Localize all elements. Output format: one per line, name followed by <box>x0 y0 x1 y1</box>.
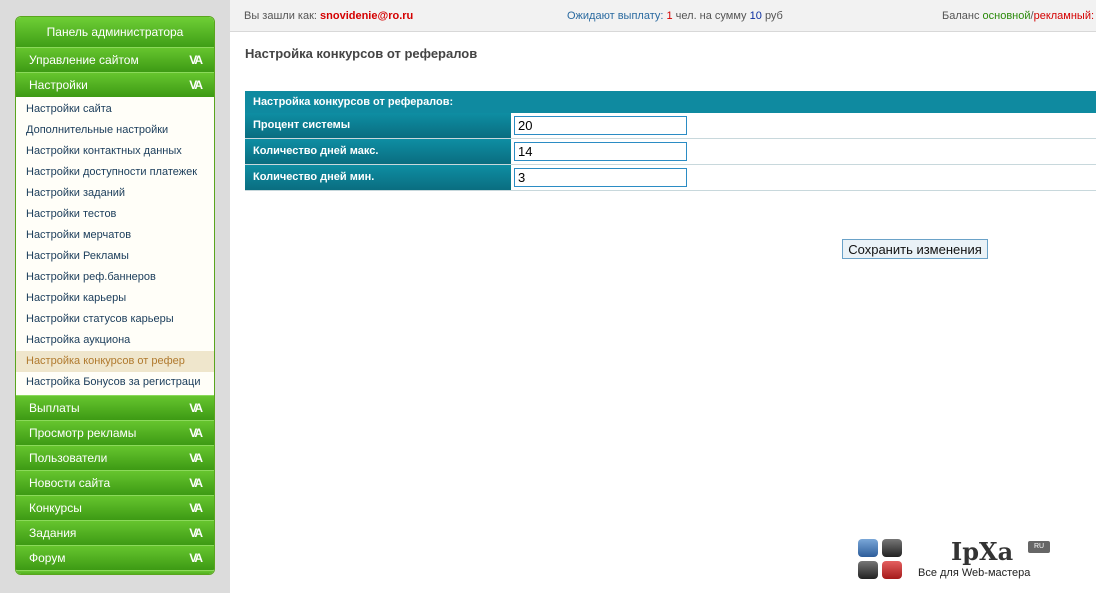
logo-square-red-icon <box>882 561 902 579</box>
submenu-item-tasks-settings[interactable]: Настройки заданий <box>16 183 214 204</box>
chevron-toggle-icon: VA <box>189 476 203 490</box>
panel-footer <box>16 570 214 574</box>
pending-payouts-prefix: Ожидают выплату: <box>567 10 664 22</box>
menu-section-label: Конкурсы <box>29 501 82 515</box>
submenu-item-tests-settings[interactable]: Настройки тестов <box>16 204 214 225</box>
submenu-item-auction-settings[interactable]: Настройка аукциона <box>16 330 214 351</box>
balance-info: Баланс основной/рекламный: / <box>942 10 1096 22</box>
logo-tagline: Все для Web-мастера <box>918 567 1031 579</box>
pending-payouts-mid: чел. на сумму <box>675 10 747 22</box>
login-prefix: Вы зашли как: <box>244 10 317 22</box>
pending-payouts-currency: руб <box>764 10 783 22</box>
menu-section-site-news[interactable]: Новости сайта VA <box>16 470 214 495</box>
chevron-toggle-icon: VA <box>189 501 203 515</box>
chevron-toggle-icon: VA <box>189 426 203 440</box>
chevron-toggle-icon: VA <box>189 526 203 540</box>
menu-section-label: Управление сайтом <box>29 53 139 67</box>
menu-section-contests[interactable]: Конкурсы VA <box>16 495 214 520</box>
chevron-toggle-icon: VA <box>189 401 203 415</box>
user-email: snovidenie@ro.ru <box>320 10 414 22</box>
page-title: Настройка конкурсов от рефералов <box>245 46 478 61</box>
ipxa-logo: IpXa RU Все для Web-мастера <box>858 537 1058 583</box>
menu-section-label: Форум <box>29 551 66 565</box>
menu-section-label: Пользователи <box>29 451 108 465</box>
submenu-item-ads-settings[interactable]: Настройки Рекламы <box>16 246 214 267</box>
panel-title: Панель администратора <box>16 17 214 47</box>
menu-section-forum[interactable]: Форум VA <box>16 545 214 570</box>
menu-section-label: Задания <box>29 526 77 540</box>
chevron-toggle-icon: VA <box>189 78 203 92</box>
sidebar: Панель администратора Управление сайтом … <box>0 0 230 593</box>
menu-section-users[interactable]: Пользователи VA <box>16 445 214 470</box>
pending-payouts-sum: 10 <box>749 10 762 22</box>
balance-ads-label: рекламный: <box>1033 10 1095 22</box>
admin-panel-menu: Панель администратора Управление сайтом … <box>15 16 215 575</box>
settings-row-max-days: Количество дней макс. <box>245 139 1096 165</box>
submenu-item-career-settings[interactable]: Настройки карьеры <box>16 288 214 309</box>
row-label: Процент системы <box>245 113 511 138</box>
menu-section-label: Просмотр рекламы <box>29 426 137 440</box>
logo-square-blue-icon <box>858 539 878 557</box>
menu-section-payouts[interactable]: Выплаты VA <box>16 395 214 420</box>
settings-submenu: Настройки сайта Дополнительные настройки… <box>16 97 214 395</box>
system-percent-input[interactable] <box>514 116 687 135</box>
balance-main-label: основной <box>982 10 1031 22</box>
pending-payouts-count: 1 <box>666 10 673 22</box>
submenu-item-payment-availability[interactable]: Настройки доступности платежек <box>16 162 214 183</box>
chevron-toggle-icon: VA <box>189 451 203 465</box>
submenu-item-site-settings[interactable]: Настройки сайта <box>16 99 214 120</box>
submenu-item-merchants-settings[interactable]: Настройки мерчатов <box>16 225 214 246</box>
submenu-item-referral-contests[interactable]: Настройка конкурсов от рефер <box>16 351 214 372</box>
settings-row-system-percent: Процент системы <box>245 113 1096 139</box>
logo-name: IpXa <box>951 537 1014 566</box>
min-days-input[interactable] <box>514 168 687 187</box>
menu-section-site-management[interactable]: Управление сайтом VA <box>16 47 214 72</box>
pending-payouts-info: Ожидают выплату: 1 чел. на сумму 10 руб <box>567 10 783 22</box>
logo-ru-badge: RU <box>1028 541 1050 553</box>
menu-section-settings[interactable]: Настройки VA <box>16 72 214 97</box>
menu-section-label: Новости сайта <box>29 476 111 490</box>
submenu-item-career-statuses[interactable]: Настройки статусов карьеры <box>16 309 214 330</box>
menu-section-ad-views[interactable]: Просмотр рекламы VA <box>16 420 214 445</box>
table-header: Настройка конкурсов от рефералов: <box>245 91 1096 113</box>
logo-square-dark-icon <box>858 561 878 579</box>
row-label: Количество дней мин. <box>245 165 511 190</box>
menu-section-label: Настройки <box>29 78 88 92</box>
submenu-item-contact-settings[interactable]: Настройки контактных данных <box>16 141 214 162</box>
max-days-input[interactable] <box>514 142 687 161</box>
referral-contest-settings-table: Настройка конкурсов от рефералов: Процен… <box>245 91 1096 191</box>
top-status-bar: Вы зашли как: snovidenie@ro.ru Ожидают в… <box>230 0 1096 32</box>
settings-row-min-days: Количество дней мин. <box>245 165 1096 191</box>
submenu-item-additional-settings[interactable]: Дополнительные настройки <box>16 120 214 141</box>
submenu-item-registration-bonuses[interactable]: Настройка Бонусов за регистраци <box>16 372 214 393</box>
chevron-toggle-icon: VA <box>189 53 203 67</box>
login-info: Вы зашли как: snovidenie@ro.ru <box>244 10 413 22</box>
save-changes-button[interactable]: Сохранить изменения <box>842 239 988 259</box>
submenu-item-ref-banners[interactable]: Настройки реф.баннеров <box>16 267 214 288</box>
menu-section-label: Выплаты <box>29 401 80 415</box>
chevron-toggle-icon: VA <box>189 551 203 565</box>
row-label: Количество дней макс. <box>245 139 511 164</box>
logo-square-dark-icon <box>882 539 902 557</box>
menu-section-tasks[interactable]: Задания VA <box>16 520 214 545</box>
balance-prefix: Баланс <box>942 10 980 22</box>
